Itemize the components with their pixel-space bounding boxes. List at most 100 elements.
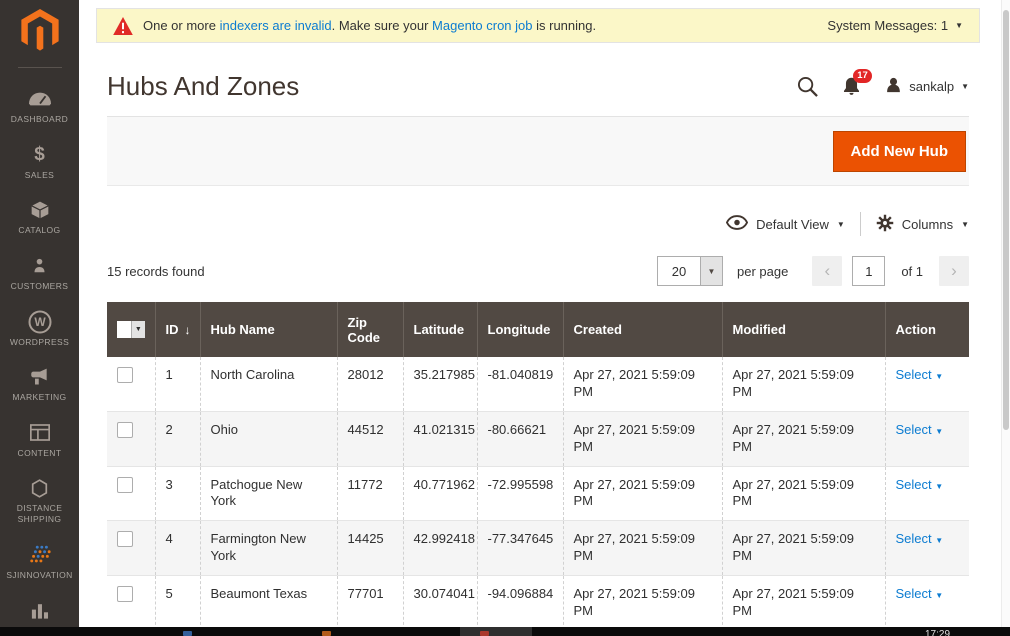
row-checkbox[interactable] <box>117 531 133 548</box>
cell-lat: 41.021315 <box>402 411 477 467</box>
user-avatar-icon <box>885 76 902 97</box>
cell-zip: 44512 <box>336 411 403 467</box>
sidebar-item-marketing[interactable]: MARKETING <box>0 356 79 412</box>
table-row: 5 Beaumont Texas 77701 30.074041 -94.096884 A… <box>107 575 969 631</box>
column-header-label: Latitude <box>413 322 465 337</box>
column-header-id[interactable]: ID ↓ <box>154 302 200 357</box>
sidebar-item-label: WORDPRESS <box>9 336 70 347</box>
eye-icon <box>726 215 749 233</box>
cell-lng: -80.66621 <box>476 411 563 467</box>
magento-logo[interactable] <box>0 0 79 67</box>
taskbar-app-icon[interactable] <box>322 631 331 636</box>
column-header-zip-code[interactable]: Zip Code <box>336 302 403 357</box>
controls-divider <box>859 212 861 236</box>
row-select-action[interactable]: Select ▼ <box>896 531 944 546</box>
notification-count-badge: 17 <box>853 69 872 83</box>
indexers-invalid-link[interactable]: indexers are invalid <box>220 18 332 33</box>
cell-modified: Apr 27, 2021 5:59:09 PM <box>721 357 885 412</box>
customers-icon <box>32 255 47 277</box>
grid-view-controls: Default View ▼ Columns ▼ <box>107 212 969 236</box>
default-view-dropdown[interactable]: Default View ▼ <box>726 215 845 233</box>
select-all-header[interactable]: ▼ <box>107 302 155 357</box>
column-header-label: Created <box>573 322 622 337</box>
cell-lng: -72.995598 <box>476 466 563 522</box>
main-content: One or more indexers are invalid. Make s… <box>79 0 1010 636</box>
next-page-button[interactable]: › <box>939 256 969 286</box>
column-header-label: Longitude <box>487 322 551 337</box>
cell-hub-name: Beaumont Texas <box>199 575 337 631</box>
table-row: 2 Ohio 44512 41.021315 -80.66621 Apr 27, 2021… <box>107 411 969 467</box>
column-header-label: Hub Name <box>210 322 275 337</box>
row-checkbox[interactable] <box>117 476 133 493</box>
grid-pagination-row: 15 records found 20 ▼ per page ‹ of 1 › <box>107 256 969 286</box>
cell-checkbox <box>107 357 155 412</box>
per-page-select[interactable]: 20 ▼ <box>656 256 723 286</box>
cell-created: Apr 27, 2021 5:59:09 PM <box>562 411 722 467</box>
per-page-label: per page <box>736 263 789 279</box>
column-header-latitude[interactable]: Latitude <box>402 302 477 357</box>
cell-created: Apr 27, 2021 5:59:09 PM <box>562 520 722 577</box>
cell-created: Apr 27, 2021 5:59:09 PM <box>562 466 722 522</box>
select-all-checkbox[interactable] <box>117 321 132 338</box>
sidebar-item-catalog[interactable]: CATALOG <box>0 189 79 245</box>
current-page-input[interactable] <box>852 256 886 286</box>
cron-job-link[interactable]: Magento cron job <box>432 18 532 33</box>
row-select-action[interactable]: Select ▼ <box>896 422 944 437</box>
os-taskbar[interactable]: 17:29 <box>0 627 1010 636</box>
sidebar-item-wordpress[interactable]: W WORDPRESS <box>0 301 79 357</box>
taskbar-app-icon[interactable] <box>480 631 489 636</box>
taskbar-app-icon[interactable] <box>183 631 192 636</box>
add-new-hub-button[interactable]: Add New Hub <box>832 131 966 172</box>
row-select-action[interactable]: Select ▼ <box>896 367 944 382</box>
sidebar-item-label: DISTANCE SHIPPING <box>16 503 63 524</box>
notifications-bell-icon[interactable]: 17 <box>842 69 872 97</box>
cell-hub-name: Farmington New York <box>199 520 337 577</box>
column-header-label: Zip Code <box>347 314 381 345</box>
columns-label: Columns <box>901 216 954 232</box>
columns-dropdown[interactable]: Columns ▼ <box>876 214 969 235</box>
system-messages-bar: One or more indexers are invalid. Make s… <box>96 8 980 43</box>
content-icon <box>29 422 50 444</box>
column-header-longitude[interactable]: Longitude <box>476 302 563 357</box>
user-menu[interactable]: sankalp ▼ <box>885 76 969 97</box>
sidebar-item-sjinnovation[interactable]: SJINNOVATION <box>0 534 79 590</box>
column-header-modified[interactable]: Modified <box>721 302 885 357</box>
chevron-down-icon: ▼ <box>935 372 944 381</box>
sidebar-item-dashboard[interactable]: DASHBOARD <box>0 78 79 134</box>
vertical-scrollbar[interactable] <box>1001 0 1010 636</box>
sidebar-item-customers[interactable]: CUSTOMERS <box>0 245 79 301</box>
column-header-hub-name[interactable]: Hub Name <box>199 302 337 357</box>
catalog-icon <box>30 199 50 221</box>
column-header-action[interactable]: Action <box>884 302 969 357</box>
chevron-down-icon: ▼ <box>935 481 944 491</box>
row-checkbox[interactable] <box>117 367 133 383</box>
search-icon[interactable] <box>797 76 819 97</box>
row-checkbox[interactable] <box>117 421 133 438</box>
scrollbar-thumb[interactable] <box>1003 10 1009 430</box>
row-select-action[interactable]: Select ▼ <box>896 586 944 601</box>
row-select-action[interactable]: Select ▼ <box>896 477 944 492</box>
cell-lng: -81.040819 <box>476 357 563 412</box>
chevron-down-icon: ▼ <box>836 219 845 229</box>
system-messages-label: System Messages: 1 <box>827 18 949 33</box>
grid-body: 1 North Carolina 28012 35.217985 -81.040819 A… <box>107 357 969 636</box>
sidebar-item-distance-shipping[interactable]: DISTANCE SHIPPING <box>0 467 79 533</box>
sidebar-item-label: SJINNOVATION <box>6 569 73 580</box>
cell-zip: 77701 <box>336 575 403 631</box>
previous-page-button[interactable]: ‹ <box>812 256 843 286</box>
row-checkbox[interactable] <box>117 586 133 603</box>
marketing-icon <box>30 366 50 388</box>
cell-zip: 28012 <box>336 357 403 412</box>
column-header-created[interactable]: Created <box>562 302 722 357</box>
cell-modified: Apr 27, 2021 5:59:09 PM <box>721 466 885 522</box>
header-actions: 17 sankalp ▼ <box>797 69 969 97</box>
taskbar-active-app[interactable] <box>460 627 532 636</box>
sjinnovation-icon <box>29 544 51 566</box>
cell-checkbox <box>107 575 155 631</box>
sidebar-item-content[interactable]: CONTENT <box>0 412 79 468</box>
sidebar-item-sales[interactable]: $ SALES <box>0 134 79 190</box>
cell-action: Select ▼ <box>884 357 969 412</box>
cell-action: Select ▼ <box>884 575 969 631</box>
magento-admin-window: DASHBOARD $ SALES CATALOG CUSTOMERS W WORDPRES… <box>0 0 1010 636</box>
system-messages-toggle[interactable]: System Messages: 1 ▼ <box>827 18 963 33</box>
